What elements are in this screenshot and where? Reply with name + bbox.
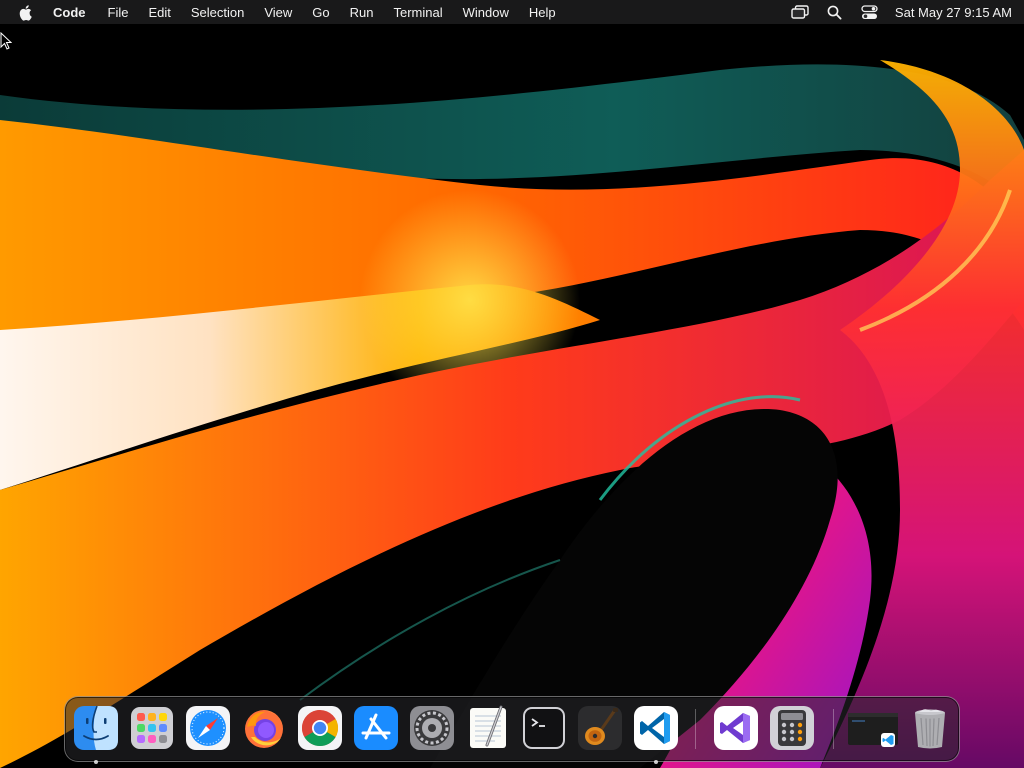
dock-vscode[interactable] — [633, 705, 679, 764]
menu-view[interactable]: View — [264, 5, 292, 20]
dock-visual-studio[interactable] — [713, 705, 759, 751]
dock-textedit[interactable] — [465, 705, 511, 751]
dock-finder[interactable] — [73, 705, 119, 764]
desktop[interactable]: Code File Edit Selection View Go Run Ter… — [0, 0, 1024, 768]
dock-firefox[interactable] — [241, 705, 287, 751]
screen-mirroring-icon[interactable] — [791, 4, 809, 20]
menu-go[interactable]: Go — [312, 5, 329, 20]
dock-minimized-window[interactable] — [847, 705, 901, 751]
chrome-icon — [298, 706, 342, 750]
dock-launchpad[interactable] — [129, 705, 175, 751]
menu-selection[interactable]: Selection — [191, 5, 244, 20]
dock-calculator[interactable] — [769, 705, 815, 751]
dock-separator — [833, 709, 834, 749]
menu-app-name[interactable]: Code — [53, 5, 86, 20]
menu-bar-clock[interactable]: Sat May 27 9:15 AM — [895, 5, 1012, 20]
menu-window[interactable]: Window — [463, 5, 509, 20]
calculator-icon — [770, 706, 814, 750]
running-indicator — [654, 760, 658, 764]
textedit-icon — [470, 705, 506, 748]
launchpad-icon — [131, 707, 173, 749]
spotlight-search-icon[interactable] — [826, 4, 844, 20]
dock-trash[interactable] — [907, 705, 953, 751]
menu-file[interactable]: File — [108, 5, 129, 20]
control-center-icon[interactable] — [861, 4, 879, 20]
desktop-wallpaper — [0, 0, 1024, 768]
vscode-icon — [634, 706, 678, 750]
trash-icon — [915, 709, 945, 749]
terminal-icon — [523, 707, 565, 749]
dock-app-store[interactable] — [353, 705, 399, 751]
visual-studio-icon — [714, 706, 758, 750]
dock-separator — [695, 709, 696, 749]
dock-garageband[interactable] — [577, 705, 623, 751]
dock-safari[interactable] — [185, 705, 231, 751]
menu-run[interactable]: Run — [350, 5, 374, 20]
dock-terminal[interactable] — [521, 705, 567, 751]
dock-system-preferences[interactable] — [409, 705, 455, 751]
menu-edit[interactable]: Edit — [148, 5, 170, 20]
safari-icon — [186, 706, 230, 750]
menu-help[interactable]: Help — [529, 5, 556, 20]
dock-chrome[interactable] — [297, 705, 343, 751]
running-indicator — [94, 760, 98, 764]
minimized-window-icon — [848, 713, 898, 747]
apple-logo-icon[interactable] — [18, 3, 34, 21]
mouse-pointer-icon — [0, 32, 12, 50]
system-preferences-icon — [410, 706, 454, 750]
garageband-icon — [578, 706, 622, 750]
app-store-icon — [354, 706, 398, 750]
firefox-icon — [245, 710, 283, 748]
finder-icon — [74, 705, 118, 750]
menu-bar: Code File Edit Selection View Go Run Ter… — [0, 0, 1024, 24]
dock — [64, 696, 960, 764]
menu-terminal[interactable]: Terminal — [394, 5, 443, 20]
